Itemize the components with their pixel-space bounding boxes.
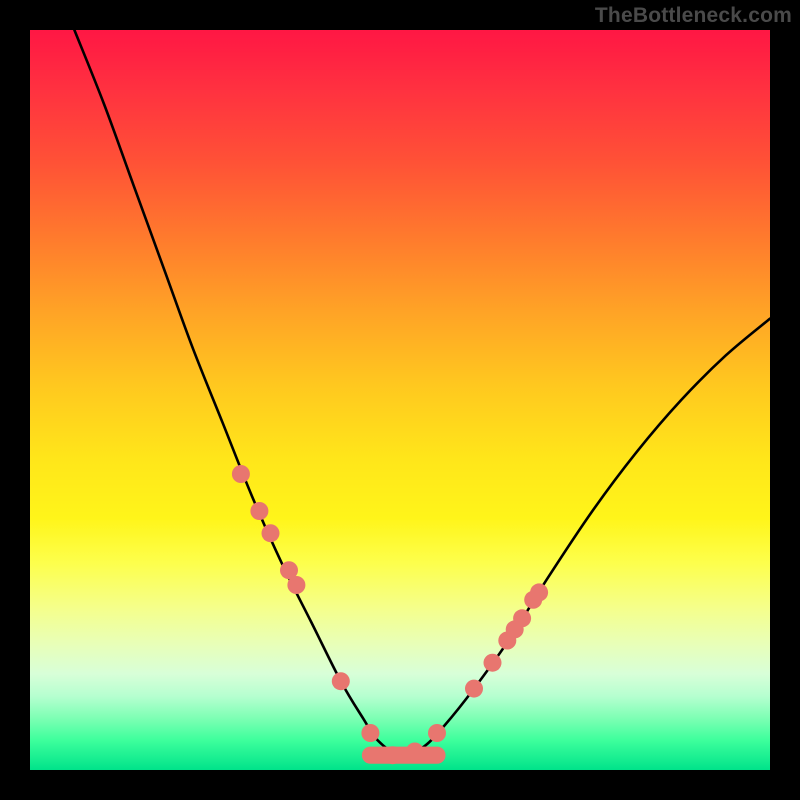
marker-dot [428, 724, 446, 742]
curve-layer [30, 30, 770, 770]
chart-frame: TheBottleneck.com [0, 0, 800, 800]
marker-dot [384, 746, 402, 764]
marker-dot [250, 502, 268, 520]
marker-dot [465, 680, 483, 698]
marker-dot [484, 654, 502, 672]
marker-dot [513, 609, 531, 627]
marker-dot [530, 583, 548, 601]
marker-dot [287, 576, 305, 594]
highlight-dots [232, 465, 548, 764]
bottleneck-curve [74, 30, 770, 755]
marker-dot [232, 465, 250, 483]
marker-dot [361, 724, 379, 742]
watermark: TheBottleneck.com [595, 4, 792, 28]
marker-dot [406, 743, 424, 761]
marker-dot [332, 672, 350, 690]
plot-area [30, 30, 770, 770]
marker-dot [262, 524, 280, 542]
